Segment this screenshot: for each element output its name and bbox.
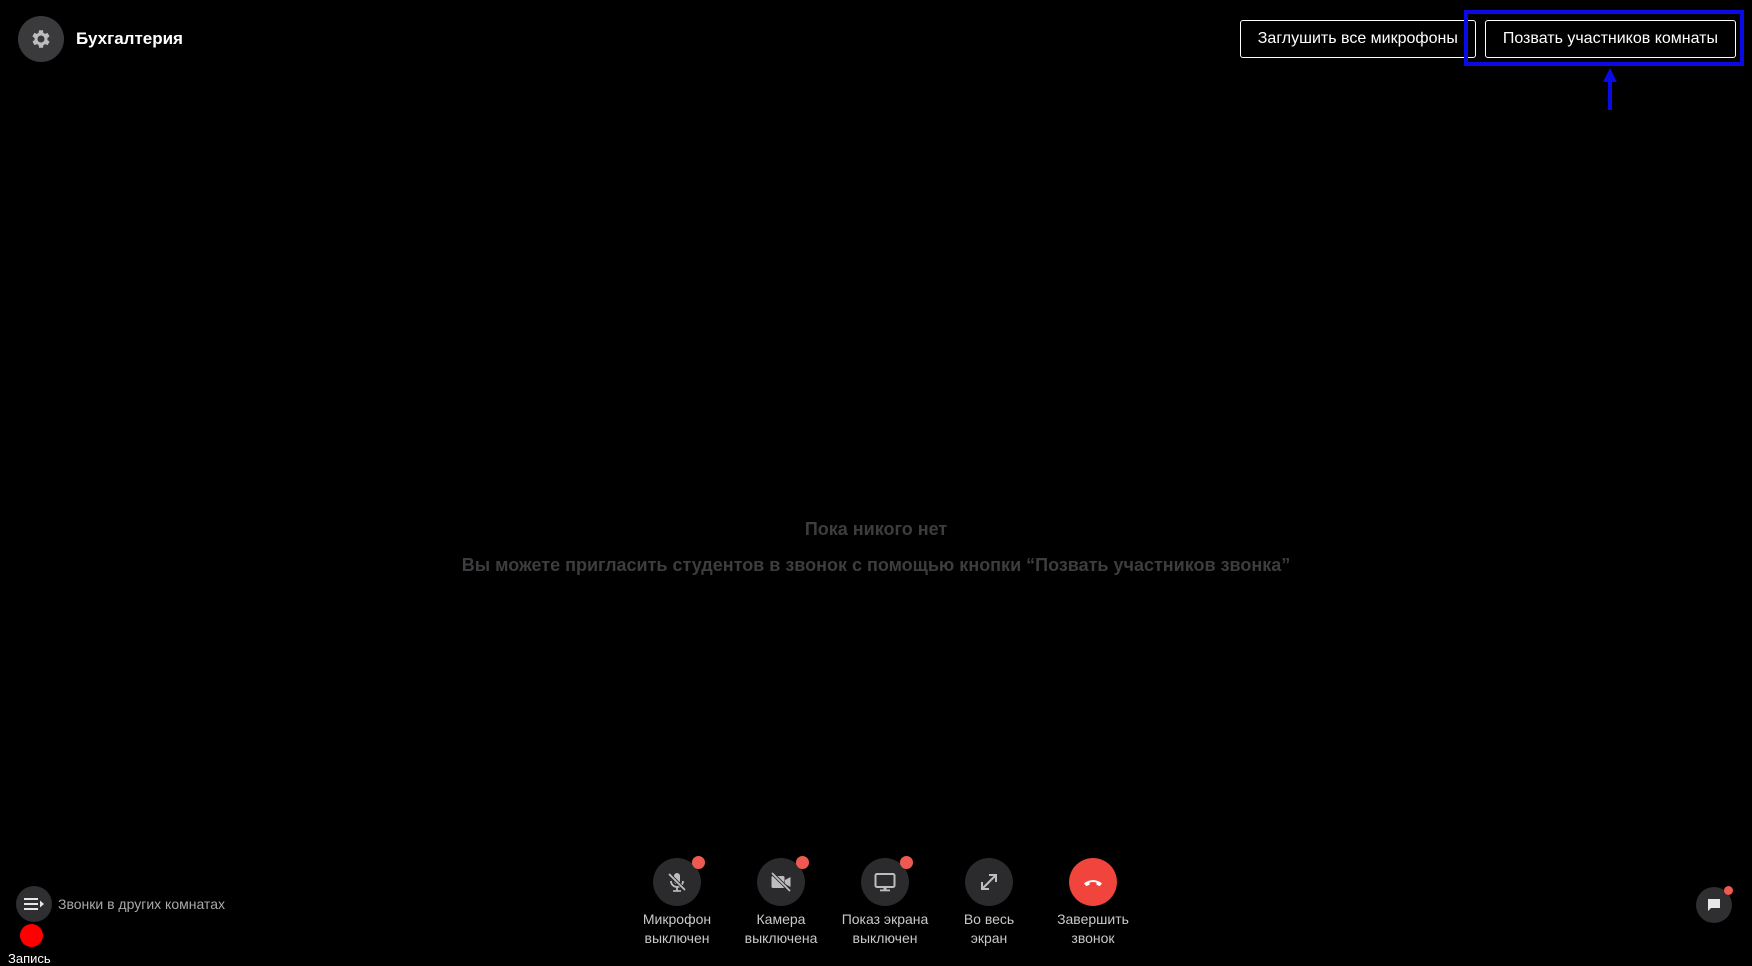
chat-button[interactable] (1696, 886, 1733, 923)
camera-toggle[interactable]: Камера выключена (729, 856, 833, 948)
camera-off-icon (770, 871, 792, 893)
settings-button[interactable] (18, 16, 64, 62)
fullscreen-label: Во весь экран (963, 911, 1015, 946)
fullscreen-button[interactable] (965, 858, 1013, 906)
fullscreen-toggle[interactable]: Во весь экран (937, 858, 1041, 948)
call-controls: Микрофон выключен Камера выключена Показ… (625, 856, 1145, 948)
hangup-icon (1084, 880, 1102, 887)
chat-notification-badge (1724, 886, 1733, 895)
camera-button[interactable] (757, 856, 809, 906)
gear-icon (32, 30, 50, 48)
status-badge (692, 856, 705, 869)
empty-state-title: Пока никого нет (804, 519, 948, 539)
invite-participants-button[interactable]: Позвать участников комнаты (1484, 20, 1736, 58)
end-call-label: Завершить звонок (1057, 911, 1129, 946)
empty-state: Пока никого нет Вы можете пригласить сту… (0, 518, 1752, 576)
top-actions: Заглушить все микрофоны Позвать участник… (1239, 20, 1736, 58)
room-header: Бухгалтерия (18, 16, 183, 62)
camera-label: Камера выключена (744, 911, 818, 946)
other-rooms-button[interactable] (16, 886, 52, 922)
screen-share-label: Показ экрана выключен (841, 911, 929, 946)
end-call-button[interactable] (1069, 858, 1117, 906)
mic-off-icon (667, 872, 687, 892)
microphone-button[interactable] (653, 856, 705, 906)
microphone-toggle[interactable]: Микрофон выключен (625, 856, 729, 948)
other-rooms-label: Звонки в других комнатах (58, 896, 225, 912)
other-rooms-calls[interactable]: Звонки в других комнатах (16, 886, 225, 922)
end-call-control[interactable]: Завершить звонок (1041, 858, 1145, 948)
microphone-label: Микрофон выключен (642, 911, 712, 946)
annotation-arrow-icon (1603, 68, 1617, 110)
screen-share-toggle[interactable]: Показ экрана выключен (833, 856, 937, 948)
room-title: Бухгалтерия (76, 29, 183, 48)
empty-state-subtitle: Вы можете пригласить студентов в звонок … (461, 555, 1291, 575)
status-badge (796, 856, 809, 869)
call-screen: Бухгалтерия Заглушить все микрофоны Позв… (0, 0, 1752, 966)
expand-icon (981, 874, 997, 890)
monitor-icon (874, 873, 896, 892)
record-button[interactable] (20, 924, 43, 947)
mute-all-button[interactable]: Заглушить все микрофоны (1239, 20, 1476, 58)
status-badge (900, 856, 913, 869)
record-label: Запись (8, 951, 51, 966)
chat-icon (1708, 899, 1720, 911)
screen-share-button[interactable] (861, 856, 913, 906)
list-icon (24, 898, 44, 910)
